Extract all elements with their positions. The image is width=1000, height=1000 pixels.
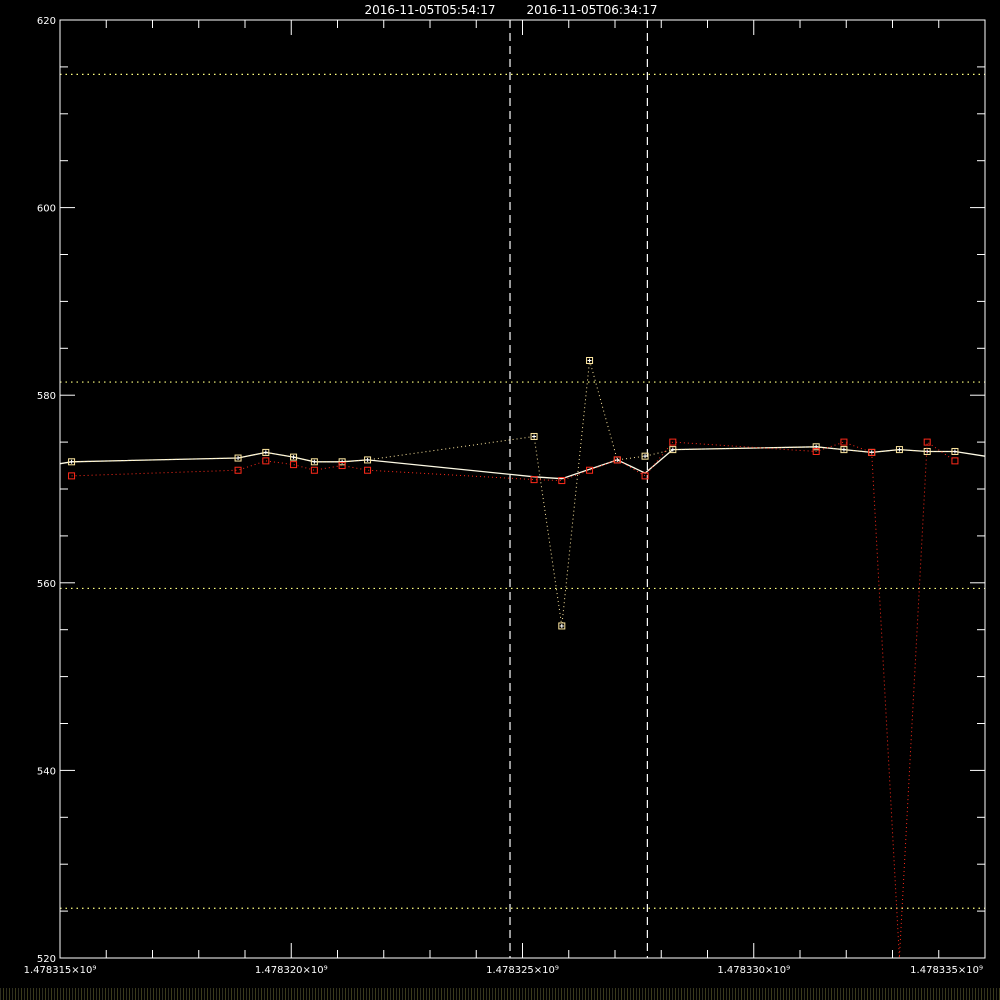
series-1-point-mark-4 bbox=[312, 459, 317, 464]
series-1-point-mark-16 bbox=[897, 447, 902, 452]
series-1-point-mark-5 bbox=[340, 459, 345, 464]
series-2-point-4 bbox=[310, 466, 318, 474]
time-markers bbox=[509, 20, 648, 958]
series-line-2 bbox=[71, 441, 956, 959]
y-tick-label: 560 bbox=[37, 579, 56, 590]
data-series bbox=[59, 356, 986, 959]
series-1-point-mark-10 bbox=[615, 457, 620, 462]
series-1-point-mark-1 bbox=[236, 456, 241, 461]
series-line-0 bbox=[59, 446, 986, 480]
series-1-point-mark-17 bbox=[925, 449, 930, 454]
x-tick-label: 1.478325×10⁹ bbox=[486, 965, 559, 976]
chart: 520 540 560 580 600 620 1.478315×10⁹ 1.478320×1… bbox=[24, 3, 986, 976]
header: 2016-11-05T05:54:17 2016-11-05T06:34:17 bbox=[365, 3, 658, 17]
y-tick-label: 520 bbox=[37, 954, 56, 965]
series-2-point-14 bbox=[840, 438, 848, 446]
right-time-label: 2016-11-05T06:34:17 bbox=[527, 3, 658, 17]
y-tick-label: 540 bbox=[37, 766, 56, 777]
x-tick-label: 1.478330×10⁹ bbox=[717, 965, 790, 976]
series-1-point-mark-18 bbox=[952, 449, 957, 454]
x-tick-label: 1.478315×10⁹ bbox=[24, 965, 97, 976]
axes: 520 540 560 580 600 620 1.478315×10⁹ 1.478320×1… bbox=[24, 16, 986, 976]
threshold-lines bbox=[60, 73, 985, 909]
y-tick-label: 580 bbox=[37, 391, 56, 402]
series-2-point-18 bbox=[951, 457, 959, 465]
series-line-1 bbox=[71, 360, 955, 626]
series-1-point-mark-6 bbox=[365, 457, 370, 462]
series-2-point-2 bbox=[262, 457, 270, 465]
series-1-point-mark-14 bbox=[841, 447, 846, 452]
series-2-point-3 bbox=[290, 461, 298, 469]
series-1-point-mark-0 bbox=[69, 459, 74, 464]
left-time-label: 2016-11-05T05:54:17 bbox=[365, 3, 496, 17]
plot-frame bbox=[59, 19, 986, 959]
bottom-strip bbox=[0, 988, 1000, 1000]
series-1-point-mark-8 bbox=[559, 623, 564, 628]
series-1-point-mark-3 bbox=[291, 455, 296, 460]
series-1-point-mark-11 bbox=[643, 454, 648, 459]
series-2-point-6 bbox=[364, 466, 372, 474]
y-tick-label: 620 bbox=[37, 16, 56, 27]
x-tick-label: 1.478335×10⁹ bbox=[910, 965, 983, 976]
y-tick-label: 600 bbox=[37, 204, 56, 215]
series-1-point-mark-7 bbox=[532, 434, 537, 439]
x-tick-label: 1.478320×10⁹ bbox=[255, 965, 328, 976]
series-1-point-mark-2 bbox=[263, 450, 268, 455]
series-1-point-mark-9 bbox=[587, 358, 592, 363]
series-2-point-0 bbox=[68, 472, 76, 480]
